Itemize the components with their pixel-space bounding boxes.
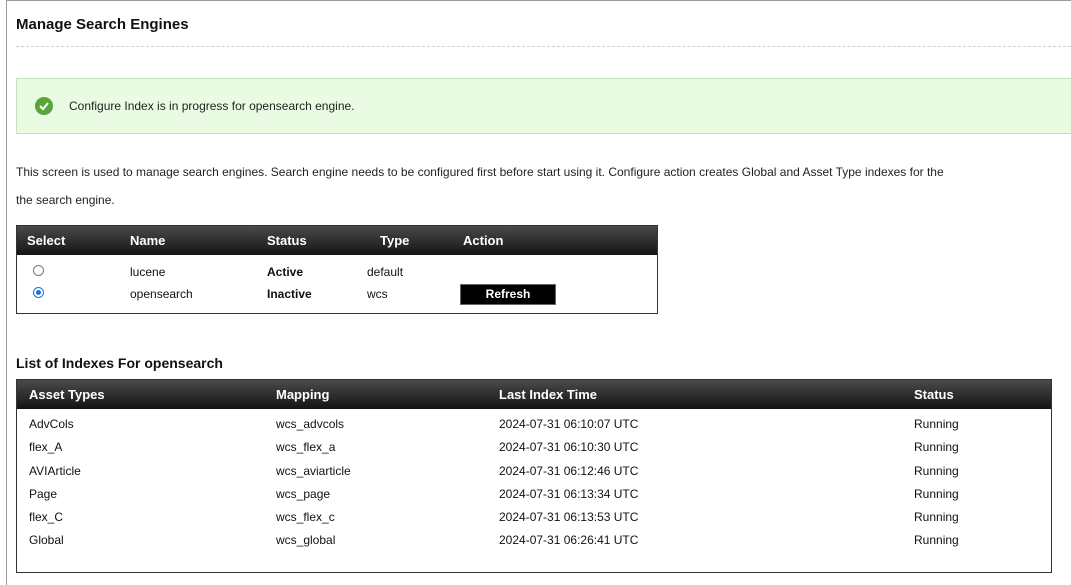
- table-row: Page wcs_page 2024-07-31 06:13:34 UTC Ru…: [17, 482, 1051, 505]
- engine-name: lucene: [130, 265, 166, 279]
- col-type: Type: [380, 233, 410, 248]
- asset-type-cell: AdvCols: [29, 417, 74, 431]
- mapping-cell: wcs_aviarticle: [276, 463, 351, 478]
- time-cell: 2024-07-31 06:13:53 UTC: [499, 510, 639, 525]
- col-last-index-time: Last Index Time: [499, 387, 598, 402]
- col-mapping: Mapping: [276, 387, 330, 402]
- page-title: Manage Search Engines: [16, 16, 189, 33]
- description-line-1: This screen is used to manage search eng…: [16, 165, 944, 179]
- asset-type-cell: AVIArticle: [29, 463, 81, 478]
- status-cell: Running: [914, 533, 959, 548]
- table-row: AdvCols wcs_advcols 2024-07-31 06:10:07 …: [17, 412, 1051, 435]
- check-circle-icon: [35, 97, 53, 115]
- description-line-2: the search engine.: [16, 193, 115, 207]
- engines-header-row: Select Name Status Type Action: [17, 226, 657, 255]
- status-cell: Running: [914, 440, 959, 455]
- mapping-cell: wcs_global: [276, 533, 336, 548]
- status-cell: Running: [914, 486, 959, 501]
- time-cell: 2024-07-31 06:12:46 UTC: [499, 463, 639, 478]
- col-status: Status: [267, 233, 307, 248]
- engine-type: wcs: [367, 287, 388, 301]
- status-cell: Running: [914, 417, 959, 431]
- title-divider: [16, 46, 1071, 47]
- engine-select-radio-lucene[interactable]: [33, 265, 44, 276]
- engine-status: Inactive: [267, 287, 312, 301]
- col-name: Name: [130, 233, 166, 248]
- time-cell: 2024-07-31 06:26:41 UTC: [499, 533, 639, 548]
- engine-row-lucene: lucene Active default: [17, 261, 657, 283]
- mapping-cell: wcs_flex_a: [276, 440, 336, 455]
- mapping-cell: wcs_flex_c: [276, 510, 335, 525]
- asset-type-cell: flex_A: [29, 440, 63, 455]
- engine-name: opensearch: [130, 287, 193, 301]
- table-row: Global wcs_global 2024-07-31 06:26:41 UT…: [17, 528, 1051, 551]
- table-row: flex_C wcs_flex_c 2024-07-31 06:13:53 UT…: [17, 505, 1051, 528]
- table-row: flex_A wcs_flex_a 2024-07-31 06:10:30 UT…: [17, 435, 1051, 458]
- page-description: This screen is used to manage search eng…: [16, 158, 1071, 214]
- asset-type-cell: Page: [29, 486, 58, 501]
- indexes-section-title: List of Indexes For opensearch: [16, 355, 223, 371]
- search-engines-table: Select Name Status Type Action lucene Ac…: [16, 225, 658, 314]
- col-asset-types: Asset Types: [29, 387, 105, 402]
- status-cell: Running: [914, 510, 959, 525]
- engine-type: default: [367, 265, 404, 279]
- col-action: Action: [463, 233, 504, 248]
- refresh-button[interactable]: Refresh: [460, 284, 556, 305]
- indexes-table: Asset Types Mapping Last Index Time Stat…: [16, 379, 1052, 573]
- engine-status: Active: [267, 265, 304, 279]
- indexes-header-row: Asset Types Mapping Last Index Time Stat…: [17, 380, 1051, 409]
- engine-select-radio-opensearch[interactable]: [33, 287, 44, 298]
- status-cell: Running: [914, 463, 959, 478]
- engine-row-opensearch: opensearch Inactive wcs Refresh: [17, 283, 657, 305]
- col-select: Select: [27, 233, 66, 248]
- indexes-body: AdvCols wcs_advcols 2024-07-31 06:10:07 …: [17, 409, 1051, 552]
- asset-type-cell: Global: [29, 533, 64, 548]
- alert-message: Configure Index is in progress for opens…: [69, 99, 355, 113]
- table-row: AVIArticle wcs_aviarticle 2024-07-31 06:…: [17, 459, 1051, 482]
- mapping-cell: wcs_page: [276, 486, 331, 501]
- asset-type-cell: flex_C: [29, 510, 64, 525]
- col-status: Status: [914, 387, 954, 402]
- success-alert: Configure Index is in progress for opens…: [16, 78, 1071, 134]
- time-cell: 2024-07-31 06:13:34 UTC: [499, 486, 639, 501]
- mapping-cell: wcs_advcols: [276, 417, 345, 431]
- time-cell: 2024-07-31 06:10:07 UTC: [499, 417, 639, 431]
- time-cell: 2024-07-31 06:10:30 UTC: [499, 440, 639, 455]
